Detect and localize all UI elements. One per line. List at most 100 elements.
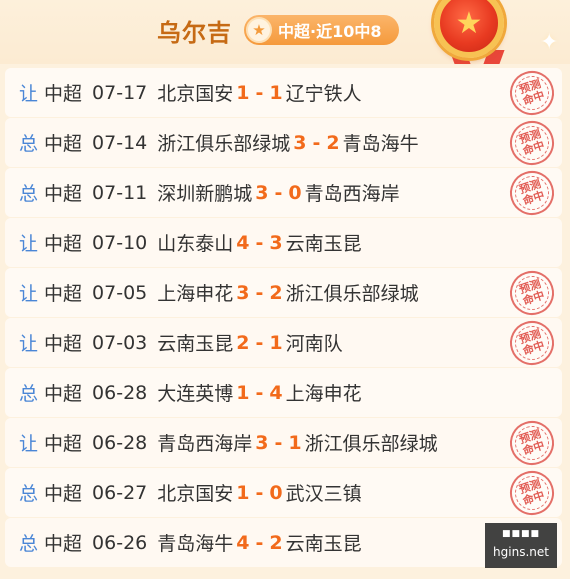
match-date: 07-03: [92, 331, 148, 354]
bet-type-tag: 总: [19, 483, 39, 505]
header-bar: 乌尔吉 ★ 中超·近10中8 ★ ✦: [0, 0, 570, 64]
match-row[interactable]: 总中超 07-14 浙江俱乐部绿城 3-2 青岛海牛 预测命中: [5, 115, 562, 171]
match-date: 07-11: [92, 181, 148, 204]
match-score: 4-3: [233, 232, 285, 254]
home-score: 3: [236, 281, 250, 304]
away-team: 云南玉昆: [285, 233, 362, 255]
match-row[interactable]: 让中超 07-05 上海申花 3-2 浙江俱乐部绿城 预测命中: [5, 265, 562, 321]
league-label: 中超: [44, 233, 83, 255]
score-separator: -: [312, 131, 321, 154]
stamp-label: 预测命中: [510, 171, 554, 215]
home-score: 4: [236, 231, 250, 254]
bet-type-tag: 总: [19, 183, 39, 205]
match-row[interactable]: 总中超 06-26 青岛海牛 4-2 云南玉昆: [5, 518, 562, 567]
home-team: 大连英博: [157, 383, 234, 405]
away-score: 1: [269, 331, 283, 354]
stamp-label: 预测命中: [510, 71, 554, 115]
score-separator: -: [255, 531, 264, 554]
away-score: 0: [269, 481, 283, 504]
bet-type-tag: 总: [19, 383, 39, 405]
home-team: 青岛西海岸: [157, 433, 253, 455]
record-text: 中超·近10中8: [278, 22, 382, 41]
away-team: 浙江俱乐部绿城: [285, 283, 419, 305]
match-row[interactable]: 总中超 06-28 大连英博 1-4 上海申花: [5, 368, 562, 417]
score-separator: -: [274, 181, 283, 204]
score-separator: -: [255, 81, 264, 104]
match-date: 07-17: [92, 81, 148, 104]
watermark-logo-text: ■■■■: [501, 529, 540, 539]
match-score: 3-2: [290, 132, 342, 154]
bet-type-tag: 让: [19, 433, 39, 455]
prediction-hit-stamp: 预测命中: [504, 415, 560, 471]
match-date: 06-28: [92, 381, 148, 404]
home-team: 深圳新鹏城: [157, 183, 253, 205]
prediction-hit-stamp: 预测命中: [504, 465, 560, 521]
match-score: 1-0: [233, 482, 285, 504]
home-team: 青岛海牛: [157, 533, 234, 555]
stamp-label: 预测命中: [510, 271, 554, 315]
away-team: 青岛海牛: [342, 133, 419, 155]
home-score: 4: [236, 531, 250, 554]
match-date: 06-26: [92, 531, 148, 554]
match-row[interactable]: 总中超 07-11 深圳新鹏城 3-0 青岛西海岸 预测命中: [5, 165, 562, 221]
prediction-hit-stamp: 预测命中: [504, 115, 560, 171]
match-date: 06-27: [92, 481, 148, 504]
away-score: 4: [269, 381, 283, 404]
bet-type-tag: 让: [19, 233, 39, 255]
home-score: 3: [293, 131, 307, 154]
home-team: 山东泰山: [157, 233, 234, 255]
away-score: 3: [269, 231, 283, 254]
away-score: 2: [269, 531, 283, 554]
away-score: 0: [288, 181, 302, 204]
match-row[interactable]: 让中超 07-03 云南玉昆 2-1 河南队 预测命中: [5, 315, 562, 371]
away-score: 2: [269, 281, 283, 304]
league-label: 中超: [44, 333, 83, 355]
match-row[interactable]: 让中超 07-10 山东泰山 4-3 云南玉昆: [5, 218, 562, 267]
score-separator: -: [255, 281, 264, 304]
league-label: 中超: [44, 483, 83, 505]
bet-type-tag: 总: [19, 133, 39, 155]
match-score: 1-1: [233, 82, 285, 104]
away-team: 青岛西海岸: [304, 183, 400, 205]
league-label: 中超: [44, 183, 83, 205]
away-score: 1: [269, 81, 283, 104]
home-score: 1: [236, 381, 250, 404]
league-label: 中超: [44, 283, 83, 305]
bet-type-tag: 让: [19, 283, 39, 305]
bet-type-tag: 总: [19, 533, 39, 555]
match-score: 3-1: [252, 432, 304, 454]
away-team: 上海申花: [285, 383, 362, 405]
match-row[interactable]: 让中超 07-17 北京国安 1-1 辽宁铁人 预测命中: [5, 65, 562, 121]
match-row[interactable]: 总中超 06-27 北京国安 1-0 武汉三镇 预测命中: [5, 465, 562, 521]
prediction-hit-stamp: 预测命中: [504, 265, 560, 321]
prediction-hit-stamp: 预测命中: [504, 315, 560, 371]
score-separator: -: [255, 481, 264, 504]
match-score: 2-1: [233, 332, 285, 354]
home-team: 浙江俱乐部绿城: [157, 133, 291, 155]
star-icon: ★: [246, 17, 272, 43]
stamp-label: 预测命中: [510, 121, 554, 165]
away-team: 辽宁铁人: [285, 83, 362, 105]
home-score: 1: [236, 481, 250, 504]
home-score: 1: [236, 81, 250, 104]
tipster-name[interactable]: 乌尔吉: [157, 13, 232, 48]
home-score: 3: [255, 181, 269, 204]
match-row[interactable]: 让中超 06-28 青岛西海岸 3-1 浙江俱乐部绿城 预测命中: [5, 415, 562, 471]
league-label: 中超: [44, 533, 83, 555]
away-score: 1: [288, 431, 302, 454]
sparkle-icon: ✦: [540, 30, 559, 55]
match-date: 06-28: [92, 431, 148, 454]
match-date: 07-10: [92, 231, 148, 254]
score-separator: -: [255, 231, 264, 254]
score-separator: -: [274, 431, 283, 454]
stamp-label: 预测命中: [510, 471, 554, 515]
league-label: 中超: [44, 83, 83, 105]
league-label: 中超: [44, 383, 83, 405]
score-separator: -: [255, 381, 264, 404]
home-team: 上海申花: [157, 283, 234, 305]
watermark-domain: hgins.net: [493, 545, 549, 559]
match-score: 4-2: [233, 532, 285, 554]
bet-type-tag: 让: [19, 333, 39, 355]
away-team: 浙江俱乐部绿城: [304, 433, 438, 455]
league-label: 中超: [44, 133, 83, 155]
